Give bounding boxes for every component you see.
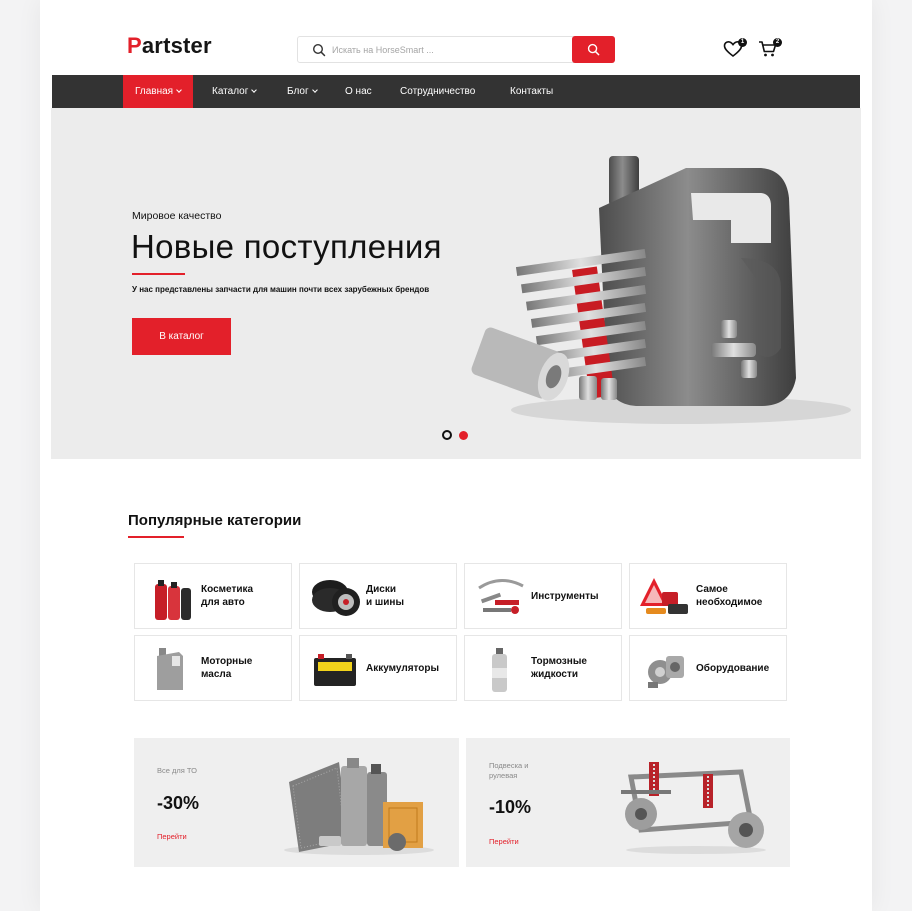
page: Partster 1 2 Главная Каталог Блог О нас …	[40, 0, 872, 911]
hero-underline	[132, 273, 185, 275]
nav-item-contacts[interactable]: Контакты	[510, 75, 553, 108]
wishlist-count-badge: 1	[738, 38, 747, 47]
main-nav: Главная Каталог Блог О нас Сотрудничеств…	[52, 75, 860, 108]
category-label: Оборудование	[696, 662, 770, 674]
wheels-tires-image	[312, 580, 360, 616]
essentials-image	[640, 578, 688, 614]
car-cosmetics-image	[155, 580, 191, 620]
nav-item-label: Каталог	[212, 86, 249, 97]
category-label: Аккумуляторы	[366, 662, 440, 674]
nav-item-label: О нас	[345, 86, 372, 97]
category-label: Диски и шины	[366, 584, 404, 608]
category-batteries[interactable]: Аккумуляторы	[299, 635, 457, 701]
brake-fluid-image	[492, 648, 507, 692]
logo-initial: P	[127, 33, 142, 58]
search-bar	[297, 36, 615, 63]
category-tools[interactable]: Инструменты	[464, 563, 622, 629]
search-input[interactable]	[332, 41, 567, 59]
nav-item-label: Блог	[287, 86, 309, 97]
promo-caption: Подвеска и рулевая	[489, 761, 529, 781]
category-label: Косметика для авто	[201, 584, 254, 608]
category-label: Моторные масла	[201, 656, 253, 680]
cart-button[interactable]: 2	[758, 38, 782, 58]
chevron-down-icon	[311, 87, 318, 93]
promo-link[interactable]: Перейти	[489, 837, 519, 846]
chevron-down-icon	[251, 87, 258, 93]
promo-caption: Все для ТО	[157, 766, 197, 775]
motor-oils-image	[157, 648, 183, 690]
nav-item-label: Сотрудничество	[400, 86, 476, 97]
equipment-image	[648, 656, 684, 688]
nav-item-about[interactable]: О нас	[345, 75, 372, 108]
nav-item-partnership[interactable]: Сотрудничество	[400, 75, 475, 108]
hero-description: У нас представлены запчасти для машин по…	[132, 285, 430, 294]
slider-pagination	[442, 430, 468, 440]
category-label: Тормозные жидкости	[531, 656, 587, 680]
nav-item-home[interactable]: Главная	[123, 75, 194, 108]
catalog-button[interactable]: В каталог	[132, 318, 231, 355]
search-icon	[587, 43, 600, 56]
category-motor-oils[interactable]: Моторные масла	[134, 635, 292, 701]
promo-link[interactable]: Перейти	[157, 832, 187, 841]
hero-banner: Мировое качество Новые поступления У нас…	[51, 108, 861, 459]
nav-item-label: Контакты	[510, 86, 554, 97]
maintenance-products-image	[284, 758, 434, 855]
category-essentials[interactable]: Самое необходимое	[629, 563, 787, 629]
wishlist-button[interactable]: 1	[723, 38, 747, 58]
section-title: Популярные категории	[128, 512, 302, 529]
cart-count-badge: 2	[773, 38, 782, 47]
logo[interactable]: Partster	[127, 33, 212, 59]
search-icon	[312, 43, 326, 57]
chevron-down-icon	[176, 87, 182, 93]
slider-dot-2-active[interactable]	[459, 430, 468, 440]
hero-title: Новые поступления	[131, 228, 442, 265]
promo-discount: -30%	[157, 793, 200, 813]
hero-product-image	[471, 156, 851, 424]
nav-item-blog[interactable]: Блог	[287, 75, 318, 108]
promo-maintenance[interactable]: Все для ТО -30% Перейти	[134, 738, 459, 867]
promo-suspension[interactable]: Подвеска и рулевая -10% Перейти	[466, 738, 790, 867]
category-brake-fluids[interactable]: Тормозные жидкости	[464, 635, 622, 701]
search-button[interactable]	[572, 36, 615, 63]
category-wheels-tires[interactable]: Диски и шины	[299, 563, 457, 629]
promo-discount: -10%	[489, 797, 532, 817]
category-label: Инструменты	[531, 590, 599, 602]
battery-image	[314, 654, 356, 686]
nav-item-label: Главная	[135, 86, 174, 97]
logo-text: artster	[141, 33, 212, 58]
nav-item-catalog[interactable]: Каталог	[212, 75, 258, 108]
section-underline	[128, 536, 184, 538]
suspension-image	[621, 762, 766, 854]
slider-dot-1[interactable]	[442, 430, 452, 440]
category-car-cosmetics[interactable]: Косметика для авто	[134, 563, 292, 629]
tools-image	[478, 579, 524, 614]
category-equipment[interactable]: Оборудование	[629, 635, 787, 701]
category-label: Самое необходимое	[696, 584, 763, 608]
hero-eyebrow: Мировое качество	[132, 210, 222, 222]
